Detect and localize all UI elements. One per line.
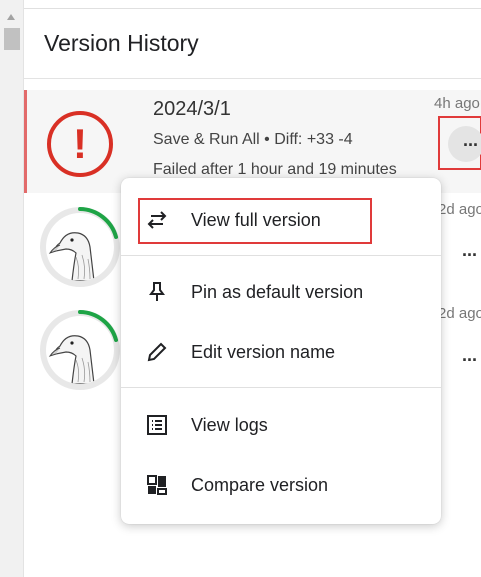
version-row-avatar bbox=[40, 207, 120, 287]
menu-item-pin-default[interactable]: Pin as default version bbox=[121, 264, 441, 320]
version-meta: Save & Run All • Diff: +33 -4 bbox=[153, 131, 353, 148]
pencil-icon bbox=[147, 342, 167, 362]
scroll-up-arrow-icon[interactable] bbox=[7, 14, 15, 20]
title-divider bbox=[24, 78, 481, 79]
menu-item-label: View logs bbox=[191, 415, 268, 435]
list-icon bbox=[147, 415, 167, 435]
swap-arrows-icon bbox=[147, 211, 167, 229]
version-row-avatar bbox=[40, 310, 120, 390]
menu-item-label: Edit version name bbox=[191, 342, 336, 362]
more-dots-icon[interactable]: ... bbox=[462, 241, 477, 259]
version-date: 2024/3/1 bbox=[153, 98, 231, 120]
panel-title: Version History bbox=[44, 30, 199, 56]
pin-icon bbox=[149, 282, 165, 301]
time-ago: 2d ago bbox=[438, 305, 481, 322]
error-icon: ! bbox=[47, 111, 113, 177]
time-ago: 4h ago bbox=[434, 95, 480, 112]
menu-item-edit-name[interactable]: Edit version name bbox=[121, 324, 441, 380]
more-dots-icon: ... bbox=[463, 130, 479, 150]
more-dots-icon[interactable]: ... bbox=[462, 346, 477, 364]
more-options-button[interactable]: ... bbox=[448, 126, 481, 162]
version-context-menu: View full version Pin as default version… bbox=[121, 178, 441, 524]
goose-avatar-icon bbox=[46, 213, 114, 281]
menu-item-compare[interactable]: Compare version bbox=[121, 457, 441, 513]
menu-divider bbox=[121, 387, 441, 388]
more-options-highlight: ... bbox=[438, 116, 481, 170]
menu-item-label: Compare version bbox=[191, 475, 329, 495]
top-border bbox=[24, 8, 481, 9]
menu-item-view-full-version[interactable]: View full version bbox=[121, 192, 441, 248]
time-ago: 2d ago bbox=[438, 201, 481, 218]
scrollbar[interactable] bbox=[0, 0, 24, 577]
version-status: Failed after 1 hour and 19 minutes bbox=[153, 161, 397, 178]
menu-item-label: Pin as default version bbox=[191, 282, 364, 302]
menu-item-view-logs[interactable]: View logs bbox=[121, 397, 441, 453]
compare-icon bbox=[147, 475, 167, 495]
goose-avatar-icon bbox=[46, 316, 114, 384]
menu-divider bbox=[121, 255, 441, 256]
scroll-thumb[interactable] bbox=[4, 28, 20, 50]
menu-item-label: View full version bbox=[191, 210, 321, 230]
